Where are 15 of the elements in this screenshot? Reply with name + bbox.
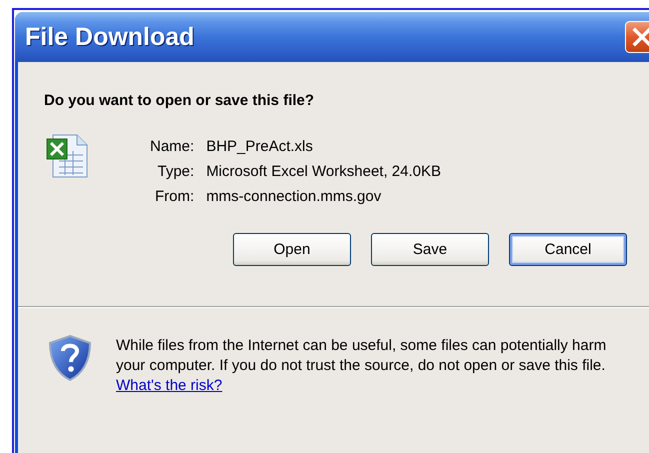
risk-link[interactable]: What's the risk? (116, 377, 222, 394)
shield-question-icon (48, 334, 92, 382)
field-label: From: (154, 188, 194, 205)
cancel-button[interactable]: Cancel (509, 233, 627, 266)
field-value: Microsoft Excel Worksheet, 24.0KB (206, 163, 442, 180)
field-label: Name: (150, 138, 194, 155)
save-button[interactable]: Save (371, 233, 489, 266)
warning-text: While files from the Internet can be useful, some files can potentially harm your computer. If you do not trust the source, do not open or save this file. What's the risk? (116, 336, 608, 396)
field-label: Type: (156, 163, 194, 180)
window-title: File Download (25, 22, 194, 52)
open-button[interactable]: Open (233, 233, 351, 266)
field-value: BHP_PreAct.xls (206, 138, 314, 155)
question-text: Do you want to open or save this file? (44, 92, 316, 109)
close-button[interactable] (625, 21, 649, 53)
field-value: mms-connection.mms.gov (206, 188, 382, 205)
